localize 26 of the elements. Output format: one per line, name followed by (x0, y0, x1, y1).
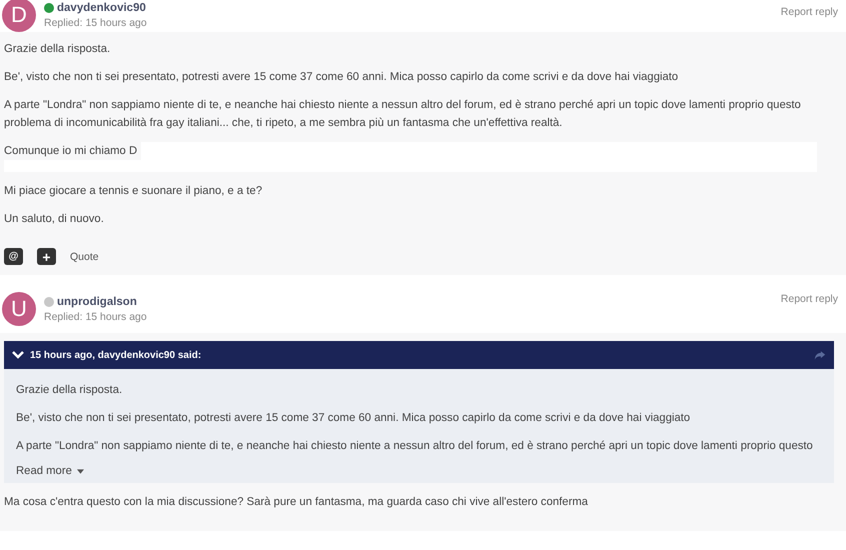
author-link[interactable]: davydenkovic90 (57, 2, 146, 14)
post-paragraph: Be', visto che non ti sei presentato, potresti avere 15 come 37 come 60 anni. Mica posso capirlo da come scrivi e da dove hai viaggiato (4, 70, 680, 85)
report-link[interactable]: Report reply (780, 6, 838, 18)
chevron-down-icon[interactable] (12, 351, 24, 359)
report-link[interactable]: Report reply (780, 293, 838, 305)
avatar[interactable]: U (2, 292, 36, 326)
share-icon[interactable] (814, 350, 826, 360)
quote-link[interactable]: Quote (70, 250, 99, 262)
post-paragraph: Un saluto, di nuovo. (4, 212, 105, 227)
read-more-link[interactable]: Read more (16, 465, 822, 481)
reply-time: Replied: 15 hours ago (44, 16, 148, 28)
caret-icon (77, 468, 84, 474)
post-paragraph: A parte "Londra" non sappiamo niente di te, e neanche hai chiesto niente a nessun altro del forum, ed è strano perché apri un topic dove lamenti proprio questo problema di incomunicabilità fra gay italiani... che, ti ripeto, a me sembra più un fantasma che un'effettiva realtà. (4, 98, 802, 131)
quote-paragraph: Be', visto che non ti sei presentato, potresti avere 15 come 37 come 60 anni. Mica posso capirlo da come scrivi e da dove hai viaggiato (16, 411, 692, 426)
post-paragraph: Comunque io mi chiamo D (4, 142, 142, 160)
post-paragraph: Mi piace giocare a tennis e suonare il piano, e a te? (4, 184, 264, 199)
avatar[interactable]: D (2, 0, 36, 32)
quote-title: 15 hours ago, davydenkovic90 said: (30, 350, 202, 360)
quote-paragraph: Grazie della risposta. (16, 383, 124, 398)
add-button[interactable]: + (37, 248, 56, 265)
author-link[interactable]: unprodigalson (57, 296, 137, 308)
mention-button[interactable]: @ (4, 248, 23, 265)
reply-time: Replied: 15 hours ago (44, 310, 148, 322)
post-paragraph: Grazie della risposta. (4, 42, 112, 57)
quote-paragraph: A parte "Londra" non sappiamo niente di te, e neanche hai chiesto niente a nessun altro del forum, ed è strano perché apri un topic dove lamenti proprio questo (16, 439, 814, 454)
post-paragraph: Ma cosa c'entra questo con la mia discussione? Sarà pure un fantasma, ma guarda caso chi vive all'estero conferma (4, 495, 589, 510)
